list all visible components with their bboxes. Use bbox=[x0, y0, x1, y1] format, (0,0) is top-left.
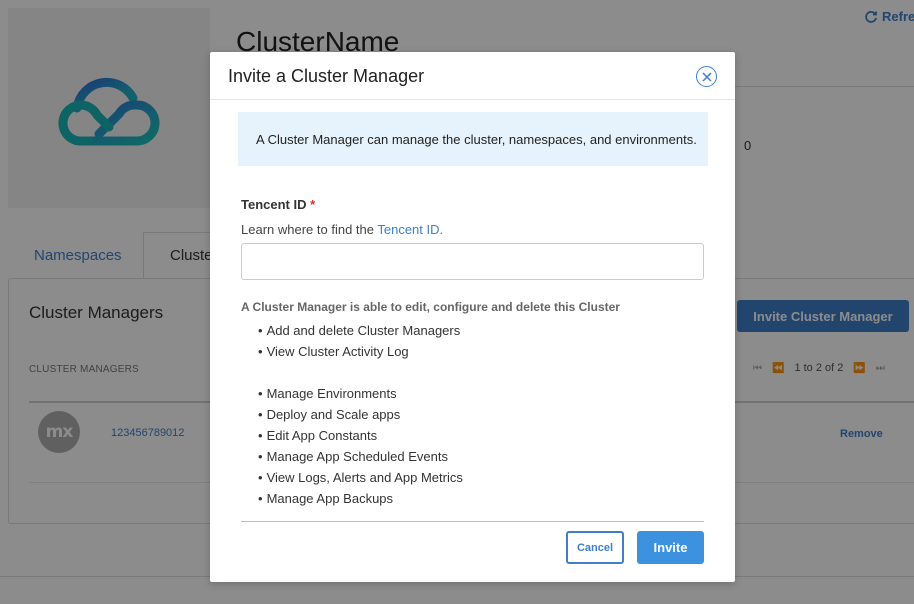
permission-item: • Manage Environments bbox=[258, 386, 397, 401]
tencent-id-input[interactable] bbox=[241, 243, 704, 280]
dialog-title: Invite a Cluster Manager bbox=[228, 66, 425, 86]
permission-item: • Deploy and Scale apps bbox=[258, 407, 401, 422]
dialog-footer-divider bbox=[241, 521, 704, 522]
permission-item: • View Cluster Activity Log bbox=[258, 344, 409, 359]
help-text-prefix: Learn where to find the bbox=[241, 222, 378, 237]
permissions-list: • Add and delete Cluster Managers • View C… bbox=[258, 320, 463, 509]
close-icon bbox=[701, 71, 712, 82]
close-button[interactable] bbox=[696, 66, 717, 87]
tencent-id-label: Tencent ID * bbox=[241, 197, 315, 212]
required-marker: * bbox=[310, 197, 316, 212]
permission-item: • Manage App Scheduled Events bbox=[258, 449, 448, 464]
invite-cluster-manager-dialog: Invite a Cluster Manager A Cluster Manag… bbox=[210, 52, 735, 582]
permissions-heading: A Cluster Manager is able to edit, confi… bbox=[241, 300, 620, 314]
tencent-id-label-text: Tencent ID bbox=[241, 197, 307, 212]
permission-item: • Edit App Constants bbox=[258, 428, 378, 443]
permission-item: • Add and delete Cluster Managers bbox=[258, 323, 461, 338]
cancel-button[interactable]: Cancel bbox=[566, 531, 624, 564]
dialog-header-divider bbox=[210, 99, 735, 100]
permission-item: • Manage App Backups bbox=[258, 491, 394, 506]
tencent-id-help-link[interactable]: Tencent ID. bbox=[377, 222, 443, 237]
invite-button[interactable]: Invite bbox=[637, 531, 704, 564]
help-text: Learn where to find the Tencent ID. bbox=[241, 222, 443, 237]
permission-spacer bbox=[258, 362, 463, 383]
info-banner: A Cluster Manager can manage the cluster… bbox=[238, 112, 708, 166]
permission-item: • View Logs, Alerts and App Metrics bbox=[258, 470, 463, 485]
